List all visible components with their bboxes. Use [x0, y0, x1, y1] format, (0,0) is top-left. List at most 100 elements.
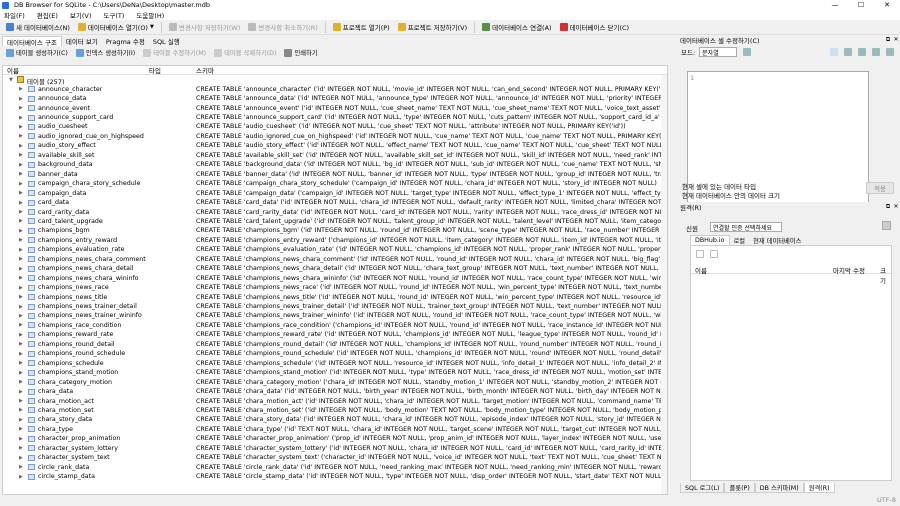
menu-edit[interactable]: 편집(E) [37, 10, 58, 20]
tab-plot[interactable]: 플롯(P) [724, 483, 755, 493]
open-database-button[interactable]: 데이터베이스 열기(O) ▼ [74, 21, 158, 33]
expand-arrow-icon[interactable]: ▶ [19, 322, 23, 328]
expand-arrow-icon[interactable]: ▶ [19, 313, 23, 319]
table-row[interactable]: ▶ champions_news_chara_comment CREATE TABL… [3, 255, 667, 264]
expand-arrow-icon[interactable]: ▶ [19, 105, 23, 111]
table-row[interactable]: ▶ circle_stamp_data CREATE TABLE 'circle_s… [3, 472, 667, 481]
menu-help[interactable]: 도움말(H) [136, 10, 164, 20]
mode-select[interactable]: 문자열 [699, 47, 738, 57]
new-database-button[interactable]: 새 데이터베이스(N) [2, 21, 74, 33]
table-row[interactable]: ▶ champions_news_trainer_detail CREATE TAB… [3, 302, 667, 311]
expand-arrow-icon[interactable]: ▶ [19, 389, 23, 395]
menu-tools[interactable]: 도구(T) [103, 10, 124, 20]
table-row[interactable]: ▶ champions_race_condition CREATE TABLE 'c… [3, 321, 667, 330]
column-remote-name[interactable]: 이름 [695, 265, 707, 275]
expand-arrow-icon[interactable]: ▶ [19, 237, 23, 243]
table-row[interactable]: ▶ chara_motion_act CREATE TABLE 'chara_mot… [3, 396, 667, 405]
export-icon[interactable] [858, 48, 866, 56]
print-cell-icon[interactable] [886, 48, 894, 56]
column-last-modified[interactable]: 마지막 수정 [833, 265, 865, 275]
expand-arrow-icon[interactable]: ▶ [19, 162, 23, 168]
identity-select[interactable]: 연결할 인증 선택하세요 [710, 222, 782, 232]
table-row[interactable]: ▶ audio_ignored_cue_on_highspeed CREATE TA… [3, 132, 667, 141]
table-row[interactable]: ▶ champions_reward_rate CREATE TABLE 'cham… [3, 330, 667, 339]
column-size[interactable]: 크기 [880, 265, 891, 285]
expand-arrow-icon[interactable]: ▶ [19, 152, 23, 158]
tab-db-schema[interactable]: DB 스키마(M) [754, 483, 804, 493]
expand-arrow-icon[interactable]: ▶ [19, 474, 23, 480]
table-row[interactable]: ▶ champions_news_race CREATE TABLE 'champi… [3, 283, 667, 292]
clone-icon[interactable] [710, 250, 718, 258]
create-index-button[interactable]: 인덱스 생성하기(I) [72, 47, 139, 59]
expand-arrow-icon[interactable]: ▶ [19, 218, 23, 224]
table-row[interactable]: ▶ announce_data CREATE TABLE 'announce_dat… [3, 94, 667, 103]
table-row[interactable]: ▶ chara_data CREATE TABLE 'chara_data' ('i… [3, 387, 667, 396]
expand-arrow-icon[interactable]: ▶ [19, 304, 23, 310]
table-row[interactable]: ▶ circle_rank_data CREATE TABLE 'circle_ra… [3, 463, 667, 472]
table-row[interactable]: ▶ champions_round_detail CREATE TABLE 'cha… [3, 340, 667, 349]
table-row[interactable]: ▶ chara_type CREATE TABLE 'chara_type' ('i… [3, 425, 667, 434]
table-row[interactable]: ▶ audio_cuesheet CREATE TABLE 'audio_cuesh… [3, 122, 667, 131]
tab-edit-pragmas[interactable]: Pragma 수정 [102, 36, 149, 46]
expand-arrow-icon[interactable]: ▶ [19, 455, 23, 461]
modify-table-button[interactable]: 테이블 수정하기(M) [139, 47, 210, 59]
expand-arrow-icon[interactable]: ▶ [19, 124, 23, 130]
refresh-icon[interactable] [696, 250, 704, 258]
create-table-button[interactable]: 테이블 생성하기(C) [2, 47, 72, 59]
table-row[interactable]: ▶ champions_round_schedule CREATE TABLE 'c… [3, 349, 667, 358]
table-row[interactable]: ▶ banner_data CREATE TABLE 'banner_data' (… [3, 170, 667, 179]
expand-arrow-icon[interactable]: ▶ [19, 464, 23, 470]
float-icon[interactable]: ⧉ [884, 203, 892, 211]
tab-remote[interactable]: 원격(R) [803, 483, 835, 493]
table-row[interactable]: ▶ card_talent_upgrade CREATE TABLE 'card_t… [3, 217, 667, 226]
auto-switch-icon[interactable] [743, 48, 752, 56]
table-row[interactable]: ▶ announce_event CREATE TABLE 'announce_ev… [3, 103, 667, 112]
table-row[interactable]: ▶ character_system_text CREATE TABLE 'char… [3, 453, 667, 462]
expand-arrow-icon[interactable]: ▶ [19, 294, 23, 300]
identity-settings-icon[interactable] [882, 221, 891, 230]
table-row[interactable]: ▶ audio_story_effect CREATE TABLE 'audio_s… [3, 141, 667, 150]
set-null-icon[interactable] [872, 48, 880, 56]
close-panel-icon[interactable]: ✕ [892, 203, 900, 211]
tab-database-structure[interactable]: 데이터베이스 구조 [2, 36, 62, 47]
expand-arrow-icon[interactable]: ▶ [19, 275, 23, 281]
expand-arrow-icon[interactable]: ▶ [19, 351, 23, 357]
table-row[interactable]: ▶ character_prop_animation CREATE TABLE 'c… [3, 434, 667, 443]
table-row[interactable]: ▶ chara_category_motion CREATE TABLE 'char… [3, 377, 667, 386]
expand-arrow-icon[interactable]: ▶ [19, 285, 23, 291]
expand-arrow-icon[interactable]: ▶ [19, 379, 23, 385]
expand-arrow-icon[interactable]: ▶ [19, 247, 23, 253]
table-row[interactable]: ▶ champions_entry_reward CREATE TABLE 'cha… [3, 236, 667, 245]
expand-arrow-icon[interactable]: ▶ [19, 417, 23, 423]
print-button[interactable]: 인쇄하기 [280, 47, 321, 59]
table-row[interactable]: ▶ chara_story_data CREATE TABLE 'chara_sto… [3, 415, 667, 424]
delete-table-button[interactable]: 테이블 삭제하기(D) [210, 47, 280, 59]
table-row[interactable]: ▶ champions_news_chara_detail CREATE TABLE… [3, 264, 667, 273]
table-row[interactable]: ▶ champions_bgm CREATE TABLE 'champions_bg… [3, 226, 667, 235]
column-name[interactable]: 이름 [7, 66, 19, 75]
vertical-scrollbar[interactable] [661, 75, 667, 494]
collapse-arrow-icon[interactable]: ▼ [9, 77, 13, 83]
table-row[interactable]: ▶ available_skill_set CREATE TABLE 'availa… [3, 151, 667, 160]
expand-arrow-icon[interactable]: ▶ [19, 407, 23, 413]
table-row[interactable]: ▶ card_rarity_data CREATE TABLE 'card_rari… [3, 207, 667, 216]
expand-arrow-icon[interactable]: ▶ [19, 370, 23, 376]
apply-button[interactable]: 적용 [866, 182, 894, 194]
expand-arrow-icon[interactable]: ▶ [19, 436, 23, 442]
remote-file-list[interactable]: 이름 마지막 수정 크기 [690, 245, 892, 481]
table-row[interactable]: ▶ champions_news_trainer_wininfo CREATE TA… [3, 311, 667, 320]
minimize-button[interactable]: — [822, 0, 848, 10]
expand-arrow-icon[interactable]: ▶ [19, 209, 23, 215]
table-row[interactable]: ▶ character_system_lottery CREATE TABLE 'c… [3, 444, 667, 453]
table-row[interactable]: ▶ champions_stand_motion CREATE TABLE 'cha… [3, 368, 667, 377]
expand-arrow-icon[interactable]: ▶ [19, 426, 23, 432]
expand-arrow-icon[interactable]: ▶ [19, 256, 23, 262]
tab-sql-log[interactable]: SQL 로그(L) [680, 483, 725, 493]
tab-execute-sql[interactable]: SQL 실행 [149, 36, 184, 46]
revert-changes-button[interactable]: 변경사항 취소하기(R) [244, 21, 322, 33]
table-row[interactable]: ▶ champions_news_title CREATE TABLE 'champ… [3, 292, 667, 301]
table-row[interactable]: ▶ announce_support_card CREATE TABLE 'anno… [3, 113, 667, 122]
tab-dbhub[interactable]: DBHub.io [690, 235, 730, 245]
expand-arrow-icon[interactable]: ▶ [19, 398, 23, 404]
table-row[interactable]: ▶ background_data CREATE TABLE 'background… [3, 160, 667, 169]
